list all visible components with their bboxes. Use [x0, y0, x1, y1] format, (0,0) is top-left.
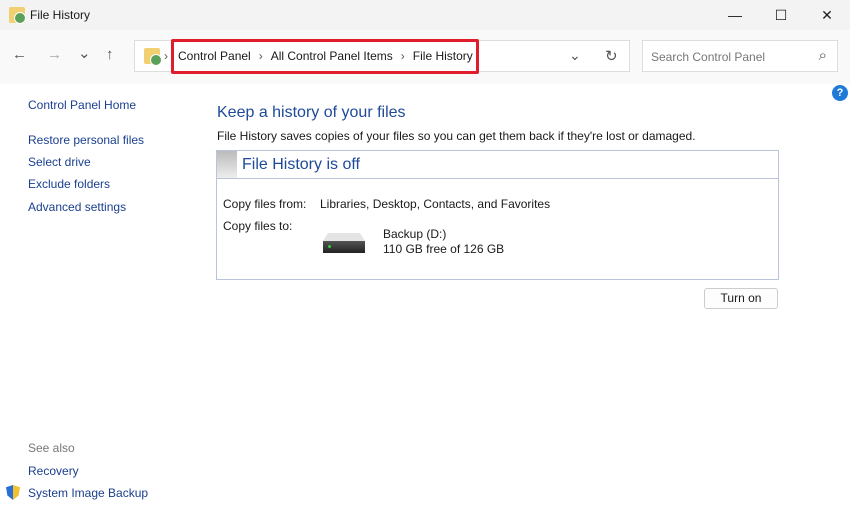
status-panel: File History is off Copy files from: Lib…	[216, 150, 779, 280]
turn-on-button[interactable]: Turn on	[704, 288, 778, 309]
recent-locations-button[interactable]: ⌄	[78, 44, 91, 62]
help-icon[interactable]: ?	[832, 85, 848, 101]
copy-to-label: Copy files to:	[223, 219, 293, 233]
sidebar-system-image-backup[interactable]: System Image Backup	[28, 486, 148, 500]
drive-space: 110 GB free of 126 GB	[383, 242, 505, 256]
status-header: File History is off	[217, 151, 778, 179]
chevron-right-icon: ›	[258, 49, 263, 63]
copy-from-label: Copy files from:	[223, 197, 307, 211]
status-indicator	[217, 151, 237, 178]
sidebar-exclude-folders[interactable]: Exclude folders	[28, 177, 110, 191]
minimize-button[interactable]: —	[712, 4, 758, 26]
sidebar-recovery[interactable]: Recovery	[28, 464, 79, 478]
sidebar-advanced-settings[interactable]: Advanced settings	[28, 200, 126, 214]
title-bar: File History — ☐ ✕	[0, 0, 850, 30]
drive-name: Backup (D:)	[383, 227, 447, 241]
see-also-label: See also	[28, 441, 75, 455]
uac-shield-icon	[6, 485, 20, 500]
forward-button[interactable]: →	[47, 46, 62, 63]
breadcrumb-all-items[interactable]: All Control Panel Items	[271, 49, 393, 63]
sidebar-control-panel-home[interactable]: Control Panel Home	[28, 98, 136, 112]
breadcrumb-control-panel[interactable]: Control Panel	[178, 49, 251, 63]
control-panel-icon	[144, 48, 162, 66]
drive-icon	[323, 233, 365, 253]
address-dropdown-button[interactable]: ⌄	[569, 47, 581, 64]
refresh-button[interactable]: ↻	[605, 47, 618, 65]
sidebar-select-drive[interactable]: Select drive	[28, 155, 91, 169]
page-heading: Keep a history of your files	[217, 104, 406, 121]
maximize-button[interactable]: ☐	[758, 4, 804, 26]
page-description: File History saves copies of your files …	[217, 129, 696, 143]
search-icon[interactable]: ⌕	[819, 47, 827, 64]
file-history-icon	[9, 7, 26, 24]
chevron-right-icon: ›	[164, 49, 168, 63]
back-button[interactable]: ←	[12, 46, 27, 63]
close-button[interactable]: ✕	[804, 4, 850, 26]
copy-from-value: Libraries, Desktop, Contacts, and Favori…	[320, 197, 551, 211]
search-input[interactable]: Search Control Panel ⌕	[642, 40, 838, 72]
search-placeholder: Search Control Panel	[651, 50, 766, 64]
breadcrumb-file-history[interactable]: File History	[413, 49, 473, 63]
status-title: File History is off	[242, 156, 360, 173]
chevron-right-icon: ›	[400, 49, 405, 63]
window-title: File History	[30, 8, 91, 22]
sidebar-restore-personal-files[interactable]: Restore personal files	[28, 133, 144, 147]
breadcrumb: Control Panel › All Control Panel Items …	[178, 49, 473, 63]
up-button[interactable]: ↑	[106, 46, 114, 63]
